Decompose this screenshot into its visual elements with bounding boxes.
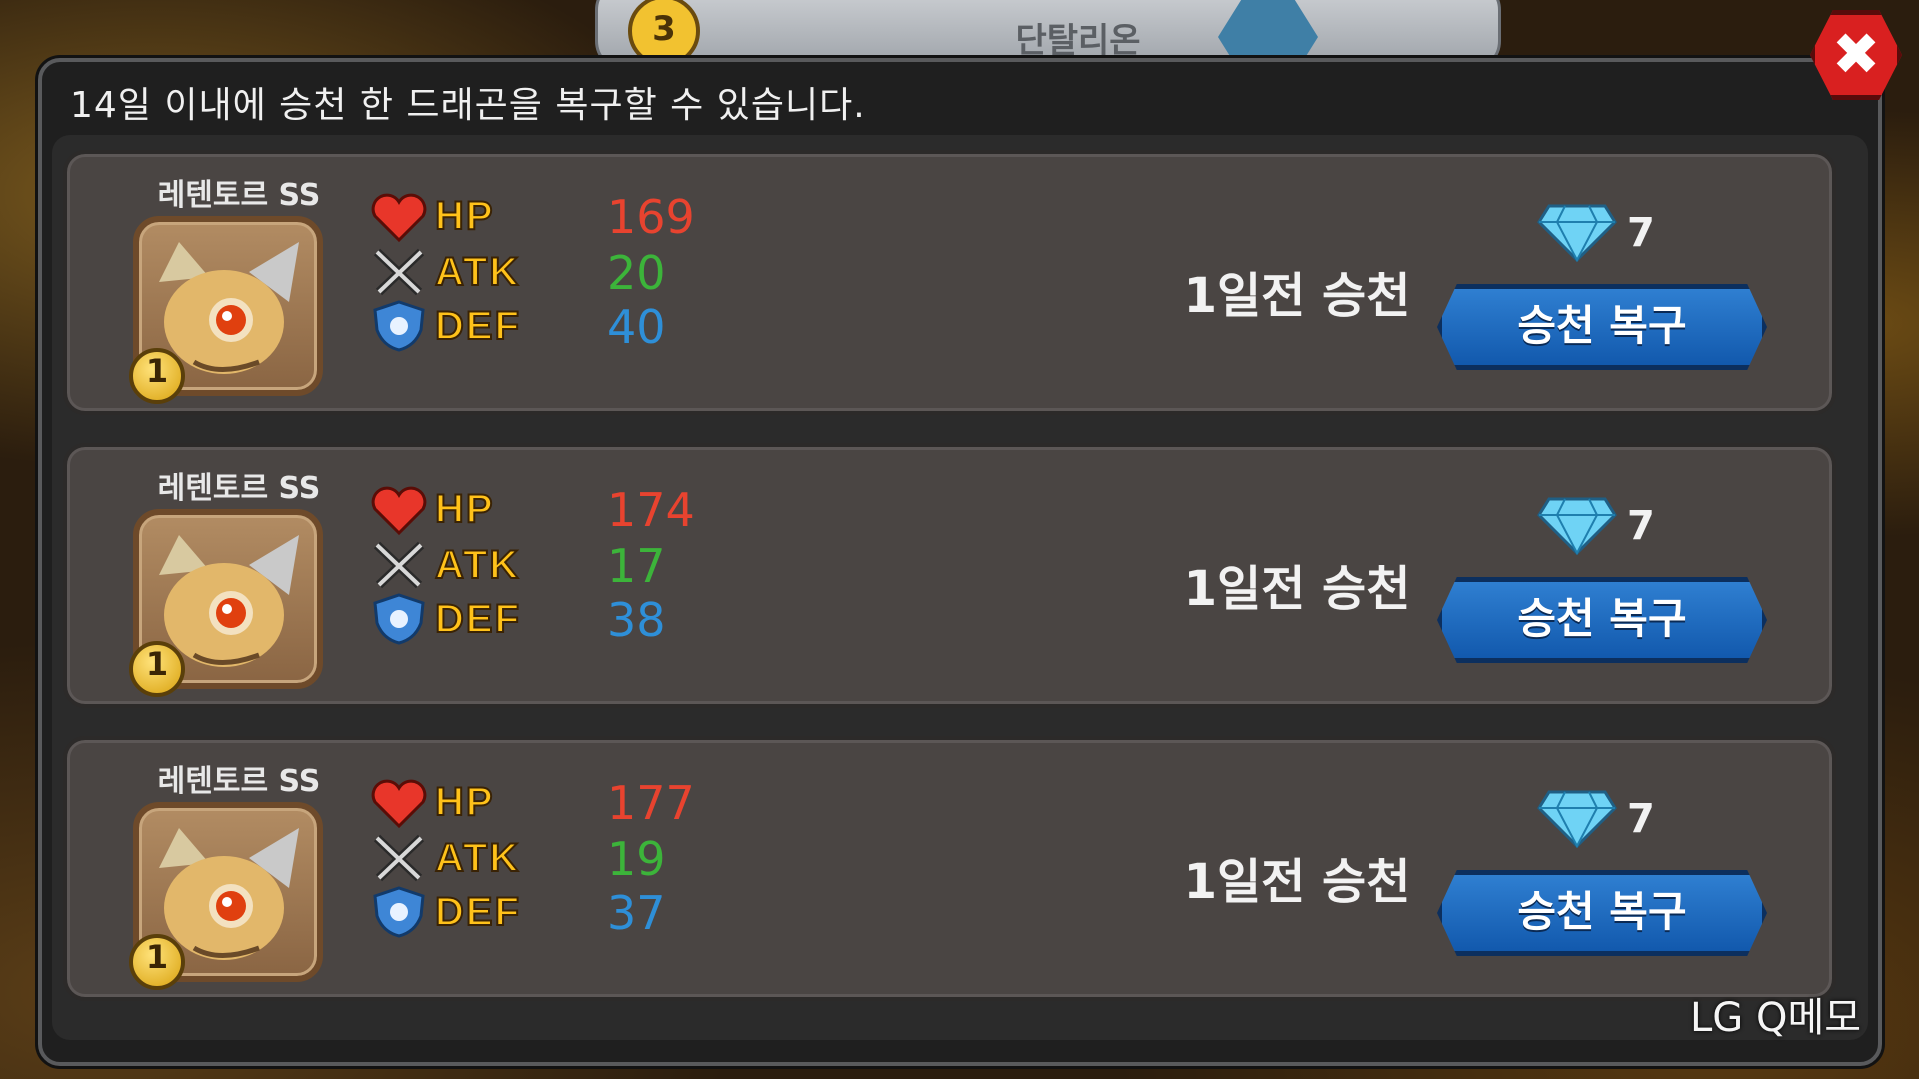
ascend-time: 1일전 승천 bbox=[1183, 854, 1411, 910]
swords-icon bbox=[373, 248, 425, 296]
diamond-icon bbox=[1537, 790, 1617, 848]
shield-icon bbox=[373, 300, 425, 352]
ascend-time: 1일전 승천 bbox=[1183, 268, 1411, 324]
swords-icon bbox=[373, 541, 425, 589]
gem-cost: 7 bbox=[1627, 210, 1655, 256]
atk-value: 17 bbox=[607, 539, 666, 593]
hp-label: HP bbox=[434, 486, 495, 532]
restore-notice: 14일 이내에 승천 한 드래곤을 복구할 수 있습니다. bbox=[70, 85, 866, 126]
heart-icon bbox=[371, 779, 427, 829]
dragon-title: 단탈리온 bbox=[1015, 21, 1141, 61]
dragon-name: 레텐토르 SS bbox=[157, 178, 321, 213]
heart-icon bbox=[371, 486, 427, 536]
atk-value: 19 bbox=[607, 832, 666, 886]
hp-value: 177 bbox=[607, 776, 695, 830]
shield-icon bbox=[373, 593, 425, 645]
watermark: LG Q메모 bbox=[1690, 995, 1862, 1041]
diamond-icon bbox=[1537, 497, 1617, 555]
restore-ascension-button[interactable]: 승천 복구 bbox=[1437, 870, 1767, 956]
def-value: 38 bbox=[607, 593, 666, 647]
dragon-name: 레텐토르 SS bbox=[157, 764, 321, 799]
diamond-icon bbox=[1537, 204, 1617, 262]
hp-label: HP bbox=[434, 779, 495, 825]
ascend-time: 1일전 승천 bbox=[1183, 561, 1411, 617]
hp-value: 169 bbox=[607, 190, 695, 244]
def-value: 37 bbox=[607, 886, 666, 940]
atk-value: 20 bbox=[607, 246, 666, 300]
def-value: 40 bbox=[607, 300, 666, 354]
level-badge: 1 bbox=[129, 348, 185, 404]
atk-label: ATK bbox=[434, 542, 521, 588]
restore-ascension-button[interactable]: 승천 복구 bbox=[1437, 284, 1767, 370]
dragon-card: 레텐토르 SS 1 HP 169 ATK 20 DEF 40 1일전 승천 7 … bbox=[63, 150, 1836, 415]
hp-value: 174 bbox=[607, 483, 695, 537]
swords-icon bbox=[373, 834, 425, 882]
level-badge: 1 bbox=[129, 641, 185, 697]
atk-label: ATK bbox=[434, 835, 521, 881]
gem-cost: 7 bbox=[1627, 796, 1655, 842]
def-label: DEF bbox=[434, 889, 521, 935]
shield-icon bbox=[373, 886, 425, 938]
dragon-name: 레텐토르 SS bbox=[157, 471, 321, 506]
dragon-card: 레텐토르 SS 1 HP 177 ATK 19 DEF 37 1일전 승천 7 … bbox=[63, 736, 1836, 1001]
atk-label: ATK bbox=[434, 249, 521, 295]
rank-badge: 3 bbox=[628, 0, 700, 67]
dragon-card: 레텐토르 SS 1 HP 174 ATK 17 DEF 38 1일전 승천 7 … bbox=[63, 443, 1836, 708]
hp-label: HP bbox=[434, 193, 495, 239]
level-badge: 1 bbox=[129, 934, 185, 990]
close-icon: ✖ bbox=[1831, 20, 1881, 88]
restore-ascension-button[interactable]: 승천 복구 bbox=[1437, 577, 1767, 663]
heart-icon bbox=[371, 193, 427, 243]
def-label: DEF bbox=[434, 303, 521, 349]
def-label: DEF bbox=[434, 596, 521, 642]
gem-cost: 7 bbox=[1627, 503, 1655, 549]
